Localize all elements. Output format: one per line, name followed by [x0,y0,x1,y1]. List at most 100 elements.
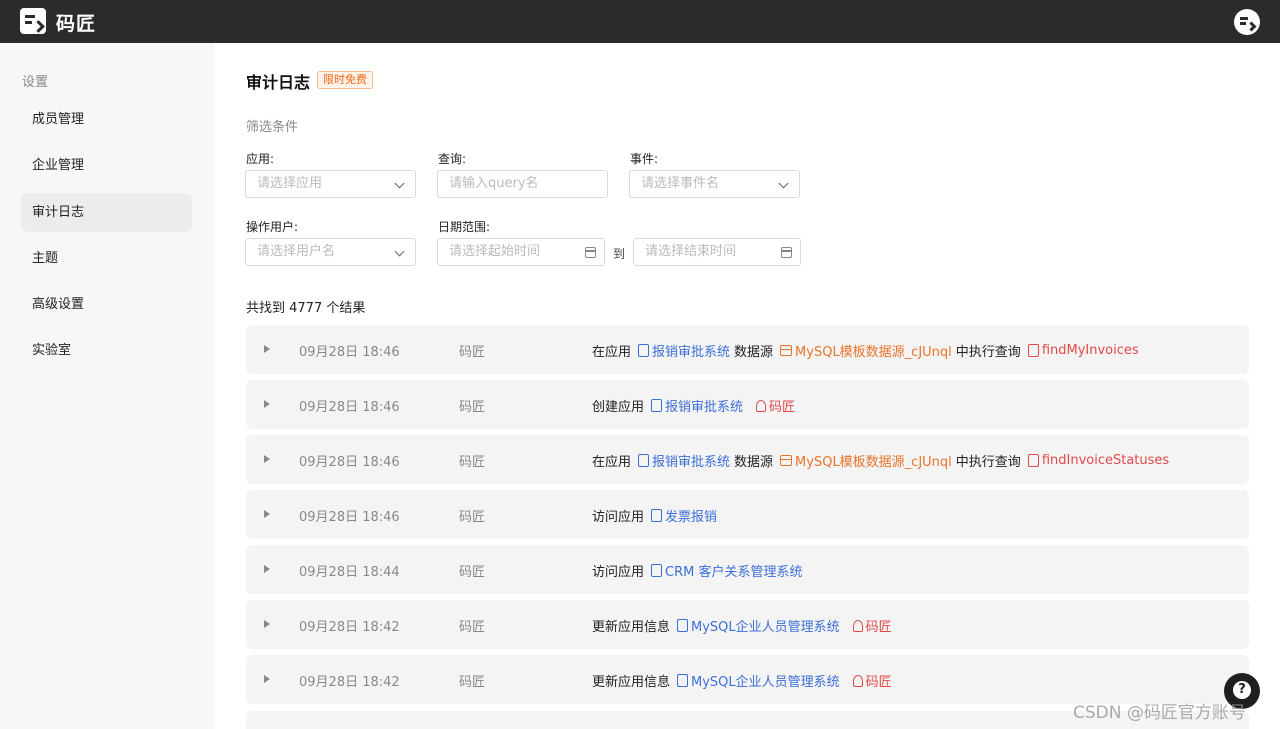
app-file-icon [651,564,663,577]
row-time: 09月28日 18:46 [299,455,400,470]
app-link[interactable]: 报销审批系统 [652,451,730,470]
app-link[interactable]: 发票报销 [665,506,717,525]
row-description: 创建应用 报销审批系统 码匠 [592,396,799,415]
date-range-separator: 到 [613,247,626,261]
sidebar-item-advanced[interactable]: 高级设置 [21,285,192,324]
chevron-down-icon [778,178,789,189]
table-row[interactable]: 09月28日 18:46 码匠 在应用 报销审批系统 数据源 MySQL模板数据源_cJU… [246,325,1249,374]
table-row[interactable]: 09月28日 18:46 码匠 在应用 报销审批系统 数据源 MySQL模板数据源_cJU… [246,435,1249,484]
row-time: 09月28日 18:42 [299,675,400,690]
datasource-table-icon [780,345,793,356]
row-description: 更新应用信息 MySQL企业人员管理系统 码匠 [592,671,896,690]
expand-triangle-icon[interactable] [264,455,270,463]
user-icon [756,399,767,412]
expand-triangle-icon[interactable] [264,510,270,518]
row-description: 访问应用 发票报销 [592,506,721,525]
main-content: 审计日志 限时免费 筛选条件 应用: 请选择应用 查询: 请输入query名 事… [214,43,1280,729]
user-select-placeholder: 请选择用户名 [257,244,336,259]
top-bar: 码匠 [0,0,1280,43]
expand-triangle-icon[interactable] [264,345,270,353]
logo-icon[interactable] [20,8,46,34]
table-row[interactable]: 09月28日 18:46 码匠 创建应用 报销审批系统 码匠 [246,380,1249,429]
user-link[interactable]: 码匠 [769,396,795,415]
query-filter-label: 查询: [438,152,467,166]
end-date-placeholder: 请选择结束时间 [645,244,737,259]
user-link[interactable]: 码匠 [866,671,892,690]
row-action-text: 中执行查询 [955,455,1021,470]
app-file-icon [638,344,650,357]
row-time: 09月28日 18:46 [299,345,400,360]
user-select[interactable]: 请选择用户名 [245,238,416,266]
watermark: CSDN @码匠官方账号 [1073,703,1246,723]
row-action-text: 更新应用信息 [592,675,671,690]
row-time: 09月28日 18:44 [299,565,400,580]
row-user: 码匠 [459,345,486,360]
user-icon [852,674,863,687]
row-time: 09月28日 18:46 [299,400,400,415]
table-row[interactable]: 09月28日 18:42 码匠 更新应用信息 MySQL企业人员管理系统 码匠 [246,600,1249,649]
event-filter-label: 事件: [630,152,659,166]
free-badge: 限时免费 [317,71,373,89]
table-row[interactable]: 09月28日 18:46 码匠 访问应用 发票报销 [246,490,1249,539]
app-link[interactable]: MySQL企业人员管理系统 [691,616,840,635]
row-action-text: 数据源 [734,455,774,470]
event-select[interactable]: 请选择事件名 [629,170,800,198]
sidebar-item-members[interactable]: 成员管理 [21,100,192,139]
start-date-input[interactable]: 请选择起始时间 [437,238,605,266]
calendar-icon [781,247,792,258]
question-icon: ? [1233,681,1251,699]
row-time: 09月28日 18:42 [299,620,400,635]
sidebar-item-audit-log[interactable]: 审计日志 [21,193,192,232]
user-filter-label: 操作用户: [246,220,299,234]
app-file-icon [677,674,689,687]
datasource-link[interactable]: MySQL模板数据源_cJUnql [795,451,952,470]
chevron-down-icon [394,178,405,189]
query-link[interactable]: findInvoiceStatuses [1042,453,1169,468]
app-file-icon [651,399,663,412]
user-icon [852,619,863,632]
query-input-placeholder: 请输入query名 [449,176,539,191]
app-select[interactable]: 请选择应用 [245,170,416,198]
app-file-icon [651,509,663,522]
query-link[interactable]: findMyInvoices [1042,343,1139,358]
calendar-icon [585,247,596,258]
row-user: 码匠 [459,675,486,690]
chevron-down-icon [394,246,405,257]
app-link[interactable]: CRM 客户关系管理系统 [665,561,802,580]
user-avatar-icon[interactable] [1234,9,1260,35]
datasource-link[interactable]: MySQL模板数据源_cJUnql [795,341,952,360]
sidebar-item-lab[interactable]: 实验室 [21,331,192,370]
sidebar-item-theme[interactable]: 主题 [21,239,192,278]
app-filter-label: 应用: [246,152,275,166]
result-count: 共找到 4777 个结果 [246,301,366,316]
expand-triangle-icon[interactable] [264,565,270,573]
app-select-placeholder: 请选择应用 [257,176,323,191]
expand-triangle-icon[interactable] [264,400,270,408]
row-action-text: 中执行查询 [955,345,1021,360]
row-user: 码匠 [459,455,486,470]
row-action-text: 访问应用 [592,565,645,580]
table-row[interactable]: 09月28日 18:44 码匠 访问应用 CRM 客户关系管理系统 [246,545,1249,594]
date-range-label: 日期范围: [438,220,491,234]
query-input[interactable]: 请输入query名 [437,170,608,198]
expand-triangle-icon[interactable] [264,620,270,628]
datasource-table-icon [780,455,793,466]
app-link[interactable]: MySQL企业人员管理系统 [691,671,840,690]
row-user: 码匠 [459,565,486,580]
query-icon [1027,344,1039,357]
app-link[interactable]: 报销审批系统 [665,396,743,415]
row-action-text: 在应用 [592,455,632,470]
row-description: 在应用 报销审批系统 数据源 MySQL模板数据源_cJUnql 中执行查询 findIn… [592,451,1173,470]
table-row[interactable]: 09月28日 18:42 码匠 更新应用信息 MySQL企业人员管理系统 码匠 [246,655,1249,704]
expand-triangle-icon[interactable] [264,675,270,683]
row-user: 码匠 [459,620,486,635]
end-date-input[interactable]: 请选择结束时间 [633,238,801,266]
row-action-text: 在应用 [592,345,632,360]
query-icon [1027,454,1039,467]
row-time: 09月28日 18:46 [299,510,400,525]
start-date-placeholder: 请选择起始时间 [449,244,541,259]
app-link[interactable]: 报销审批系统 [652,341,730,360]
filter-section-title: 筛选条件 [246,120,299,135]
user-link[interactable]: 码匠 [866,616,892,635]
sidebar-item-enterprise[interactable]: 企业管理 [21,146,192,185]
